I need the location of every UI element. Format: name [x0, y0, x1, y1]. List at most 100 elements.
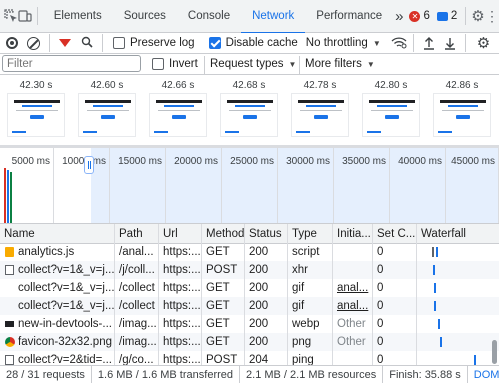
cell-type: gif	[287, 279, 332, 297]
column-header-waterfall[interactable]: Waterfall	[416, 224, 499, 244]
tab-console[interactable]: Console	[177, 0, 241, 33]
screenshot-frame[interactable]: 42.30 s	[4, 75, 68, 147]
cell-name: collect?v=1&_v=j...	[18, 264, 114, 276]
network-summary-bar: 28 / 31 requests 1.6 MB / 1.6 MB transfe…	[0, 365, 499, 383]
waterfall-bar	[440, 337, 442, 347]
filter-funnel-icon[interactable]	[59, 39, 71, 47]
cell-initiator[interactable]: anal...	[332, 297, 372, 315]
transferred-size: 1.6 MB / 1.6 MB transferred	[92, 365, 241, 383]
overview-gridline	[53, 148, 54, 232]
settings-gear-icon[interactable]: ⚙	[471, 7, 485, 25]
column-header-name[interactable]: Name	[0, 224, 114, 244]
screenshot-thumbnail[interactable]	[291, 93, 349, 137]
table-row[interactable]: collect?v=1&_v=j.../collect https:... GET 2…	[0, 279, 499, 297]
cell-status: 200	[244, 279, 287, 297]
screenshot-thumbnail[interactable]	[149, 93, 207, 137]
cell-initiator[interactable]: anal...	[332, 279, 372, 297]
column-header-url[interactable]: Url	[158, 224, 201, 244]
column-header-method[interactable]: Method	[201, 224, 244, 244]
preserve-log-box[interactable]	[113, 37, 125, 49]
overview-tick-label: 30000 ms	[286, 156, 330, 167]
search-icon[interactable]	[81, 36, 93, 51]
import-har-icon[interactable]	[423, 36, 435, 50]
screenshot-thumbnail[interactable]	[433, 93, 491, 137]
column-header-setc[interactable]: Set C...	[372, 224, 416, 244]
overview-gridline	[221, 148, 222, 232]
cell-type: xhr	[287, 261, 332, 279]
request-types-dropdown[interactable]: Request types ▼	[210, 58, 296, 70]
cell-setc: 0	[372, 244, 416, 261]
cell-type: webp	[287, 315, 332, 333]
more-tabs-button[interactable]: »	[395, 8, 403, 25]
network-overview-timeline[interactable]: 5000 ms 10000 ms 15000 ms 20000 ms 25000 ms 3…	[0, 148, 499, 232]
divider	[465, 7, 466, 25]
overview-gridline	[165, 148, 166, 232]
column-header-initiator[interactable]: Initia...	[332, 224, 372, 244]
cell-waterfall	[416, 244, 499, 261]
screenshot-frame[interactable]: 42.86 s	[430, 75, 494, 147]
table-row[interactable]: analytics.js/anal... https:... GET 200 scrip…	[0, 244, 499, 261]
tab-elements[interactable]: Elements	[43, 0, 113, 33]
export-har-icon[interactable]	[444, 37, 456, 50]
network-conditions-icon[interactable]	[391, 37, 407, 49]
cell-name: favicon-32x32.png	[18, 336, 112, 348]
screenshot-thumbnail[interactable]	[7, 93, 65, 137]
cell-path: /anal...	[114, 244, 158, 261]
errors-badge[interactable]: ✕ 6	[409, 10, 430, 22]
screenshot-thumbnail[interactable]	[220, 93, 278, 137]
cell-method: POST	[201, 351, 244, 365]
tab-sources[interactable]: Sources	[113, 0, 177, 33]
screenshot-frame[interactable]: 42.60 s	[75, 75, 139, 147]
tab-network[interactable]: Network	[241, 0, 306, 34]
column-header-path[interactable]: Path	[114, 224, 158, 244]
table-scrollbar[interactable]	[492, 340, 497, 364]
table-row[interactable]: collect?v=1&_v=j.../j/coll... https:... PO…	[0, 261, 499, 279]
screenshot-frame[interactable]: 42.68 s	[217, 75, 281, 147]
invert-checkbox[interactable]: Invert	[152, 58, 198, 70]
overview-tick-label: 40000 ms	[398, 156, 442, 167]
cell-name: collect?v=1&_v=j...	[18, 282, 114, 294]
screenshot-thumbnail[interactable]	[362, 93, 420, 137]
cell-url: https:...	[158, 261, 201, 279]
cell-status: 200	[244, 261, 287, 279]
invert-box[interactable]	[152, 58, 164, 70]
messages-badge[interactable]: 2	[436, 10, 457, 22]
disable-cache-box[interactable]	[208, 37, 221, 49]
overview-selection-handle[interactable]	[84, 156, 94, 174]
disable-cache-checkbox[interactable]: Disable cache	[208, 37, 298, 49]
table-row[interactable]: new-in-devtools-.../imag... https:... GET 2…	[0, 315, 499, 333]
divider	[204, 56, 205, 74]
chevron-down-icon: ▼	[288, 59, 297, 69]
inspect-element-icon[interactable]	[4, 9, 18, 23]
tab-performance[interactable]: Performance	[305, 0, 393, 33]
more-options-icon[interactable]: ⋮	[485, 8, 499, 25]
table-row[interactable]: favicon-32x32.png/imag... https:... GET 200…	[0, 333, 499, 351]
filter-input[interactable]	[2, 55, 141, 72]
clear-icon[interactable]	[27, 36, 40, 50]
screenshot-thumbnail[interactable]	[78, 93, 136, 137]
device-toolbar-icon[interactable]	[18, 9, 32, 23]
record-button[interactable]	[6, 37, 18, 49]
screenshot-frame[interactable]: 42.66 s	[146, 75, 210, 147]
waterfall-bar	[434, 301, 436, 311]
table-row[interactable]: collect?v=1&_v=j.../collect https:... GET 2…	[0, 297, 499, 315]
preserve-log-checkbox[interactable]: Preserve log	[113, 37, 195, 49]
screenshot-frame[interactable]: 42.78 s	[288, 75, 352, 147]
more-filters-dropdown[interactable]: More filters ▼	[305, 58, 375, 70]
screenshot-time: 42.30 s	[19, 80, 53, 91]
column-header-type[interactable]: Type	[287, 224, 332, 244]
column-header-status[interactable]: Status	[244, 224, 287, 244]
cell-url: https:...	[158, 297, 201, 315]
table-row[interactable]: collect?v=2&tid=.../g/co... https:... POST…	[0, 351, 499, 365]
screenshots-strip: 42.30 s 42.60 s 42.66 s 42.68 s 42.78 s 42.80…	[0, 75, 499, 147]
requests-count: 28 / 31 requests	[0, 365, 92, 383]
cell-method: GET	[201, 297, 244, 315]
waterfall-bar	[434, 283, 436, 293]
screenshot-frame[interactable]: 42.80 s	[359, 75, 423, 147]
cell-waterfall	[416, 315, 499, 333]
cell-status: 200	[244, 315, 287, 333]
network-settings-gear-icon[interactable]: ⚙	[477, 34, 490, 52]
cell-status: 200	[244, 333, 287, 351]
finish-time: Finish: 35.88 s	[383, 365, 468, 383]
throttling-select[interactable]: No throttling ▼	[306, 37, 381, 49]
